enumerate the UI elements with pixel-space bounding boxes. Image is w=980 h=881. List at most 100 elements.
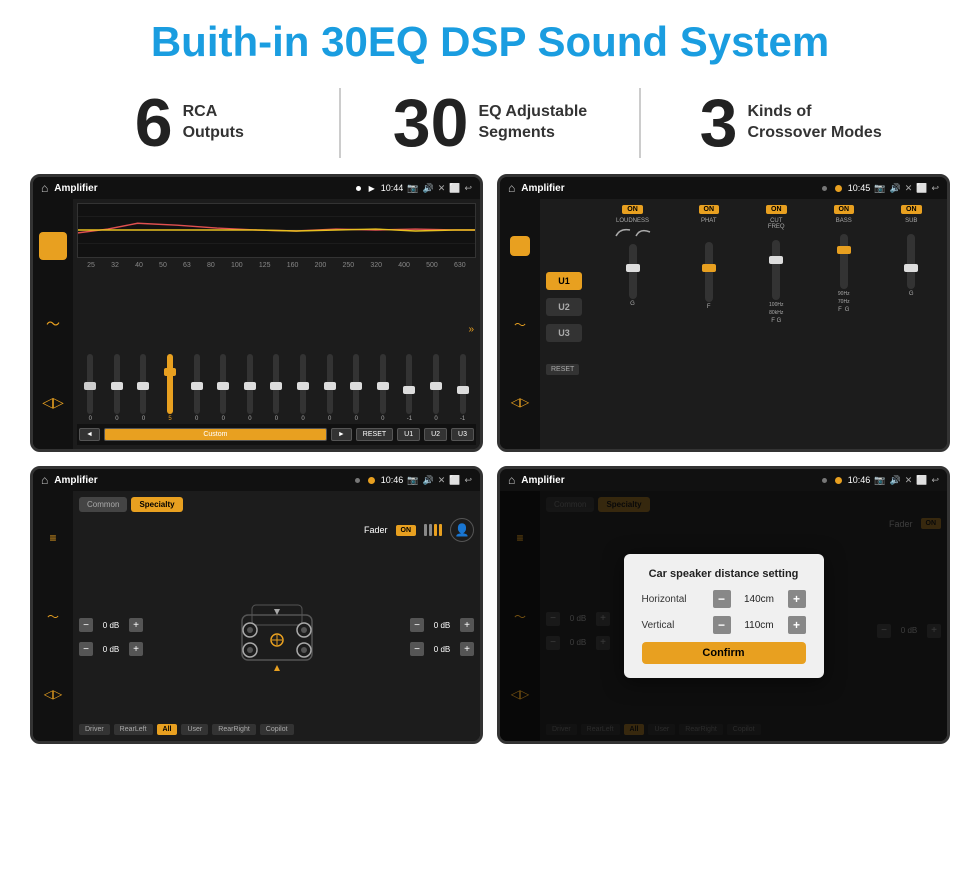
cross-close-icon[interactable]: ✕ bbox=[905, 183, 913, 194]
eq-slider-1[interactable]: 0 bbox=[77, 354, 104, 422]
stat-number-3: 3 bbox=[700, 89, 738, 157]
u2-button[interactable]: U2 bbox=[546, 298, 582, 316]
fader-close-icon[interactable]: ✕ bbox=[438, 475, 446, 486]
loudness-slider[interactable] bbox=[629, 244, 637, 299]
dialog-dot bbox=[822, 478, 827, 483]
eq-slider-10[interactable]: 0 bbox=[316, 354, 343, 422]
eq-status-bar: ⌂ Amplifier ▶ 10:44 📷 🔊 ✕ ⬜ ↩ bbox=[33, 177, 480, 199]
eq-slider-4[interactable]: 5 bbox=[157, 354, 184, 422]
eq-slider-7[interactable]: 0 bbox=[237, 354, 264, 422]
eq-sidebar-icon-2[interactable]: 〜 bbox=[39, 310, 67, 338]
eq-slider-9[interactable]: 0 bbox=[290, 354, 317, 422]
fader-status-bar: ⌂ Amplifier 10:46 📷 🔊 ✕ ⬜ ↩ bbox=[33, 469, 480, 491]
eq-slider-14[interactable]: 0 bbox=[423, 354, 450, 422]
sub-g-label: G bbox=[909, 291, 914, 297]
eq-close-icon[interactable]: ✕ bbox=[438, 183, 446, 194]
cutfreq-fg-label: F G bbox=[771, 318, 781, 324]
dialog-vertical-plus[interactable]: + bbox=[788, 616, 806, 634]
dialog-content: ≡ 〜 ◁▷ Common Specialty Fader ON −0 dB+ … bbox=[500, 491, 947, 741]
eq-prev-btn[interactable]: ◄ bbox=[79, 428, 100, 441]
eq-back-icon[interactable]: ↩ bbox=[464, 183, 472, 194]
eq-reset-btn[interactable]: RESET bbox=[356, 428, 393, 441]
phat-f-label: F bbox=[707, 304, 711, 310]
phat-on-badge: ON bbox=[699, 205, 720, 214]
cross-loudness-col: ON LOUDNESS G bbox=[614, 205, 652, 324]
dialog-horizontal-minus[interactable]: − bbox=[713, 590, 731, 608]
fader-sidebar-icon-2[interactable]: 〜 bbox=[43, 606, 63, 626]
dialog-vertical-minus[interactable]: − bbox=[713, 616, 731, 634]
vol-plus-3[interactable]: + bbox=[460, 618, 474, 632]
eq-slider-15[interactable]: -1 bbox=[449, 354, 476, 422]
pos-rearleft-btn[interactable]: RearLeft bbox=[114, 724, 153, 735]
cross-sub-col: ON SUB G bbox=[901, 205, 922, 324]
eq-sidebar-icon-3[interactable]: ◁▷ bbox=[39, 388, 67, 416]
dialog-horizontal-plus[interactable]: + bbox=[788, 590, 806, 608]
eq-slider-2[interactable]: 0 bbox=[104, 354, 131, 422]
vol-plus-2[interactable]: + bbox=[129, 642, 143, 656]
cross-sidebar-icon-2[interactable]: 〜 bbox=[510, 314, 530, 334]
eq-u3-btn[interactable]: U3 bbox=[451, 428, 474, 441]
eq-u2-btn[interactable]: U2 bbox=[424, 428, 447, 441]
stat-number-30: 30 bbox=[393, 89, 469, 157]
speaker-distance-dialog: Car speaker distance setting Horizontal … bbox=[624, 554, 824, 678]
cross-sidebar-icon-1[interactable]: ≡ bbox=[510, 236, 530, 256]
fader-orange-dot bbox=[368, 477, 375, 484]
cross-back-icon[interactable]: ↩ bbox=[931, 183, 939, 194]
eq-slider-12[interactable]: 0 bbox=[370, 354, 397, 422]
dialog-home-icon[interactable]: ⌂ bbox=[508, 473, 515, 487]
bass-slider1[interactable] bbox=[840, 234, 848, 289]
dialog-back-icon[interactable]: ↩ bbox=[931, 475, 939, 486]
stat-text-crossover: Kinds ofCrossover Modes bbox=[747, 102, 881, 144]
pos-user-btn[interactable]: User bbox=[181, 724, 208, 735]
eq-slider-13[interactable]: -1 bbox=[396, 354, 423, 422]
u3-button[interactable]: U3 bbox=[546, 324, 582, 342]
cross-home-icon[interactable]: ⌂ bbox=[508, 181, 515, 195]
fader-tab-specialty[interactable]: Specialty bbox=[131, 497, 182, 512]
dialog-close-icon[interactable]: ✕ bbox=[905, 475, 913, 486]
vol-control-3: − 0 dB + bbox=[410, 618, 474, 632]
cutfreq-on-badge: ON bbox=[766, 205, 787, 214]
pos-copilot-btn[interactable]: Copilot bbox=[260, 724, 294, 735]
fader-back-icon[interactable]: ↩ bbox=[464, 475, 472, 486]
eq-slider-11[interactable]: 0 bbox=[343, 354, 370, 422]
eq-vol-icon: 🔊 bbox=[422, 183, 433, 194]
fader-tab-common[interactable]: Common bbox=[79, 497, 127, 512]
u1-button[interactable]: U1 bbox=[546, 272, 582, 290]
fader-home-icon[interactable]: ⌂ bbox=[41, 473, 48, 487]
eq-more-icon[interactable]: » bbox=[468, 324, 474, 335]
eq-home-icon[interactable]: ⌂ bbox=[41, 181, 48, 195]
eq-u1-btn[interactable]: U1 bbox=[397, 428, 420, 441]
loudness-curves bbox=[614, 226, 652, 240]
vol-minus-1[interactable]: − bbox=[79, 618, 93, 632]
vol-plus-1[interactable]: + bbox=[129, 618, 143, 632]
fader-sidebar-icon-1[interactable]: ≡ bbox=[43, 528, 63, 548]
cutfreq-slider[interactable] bbox=[772, 240, 780, 300]
pos-rearright-btn[interactable]: RearRight bbox=[212, 724, 256, 735]
sub-slider[interactable] bbox=[907, 234, 915, 289]
eq-slider-8[interactable]: 0 bbox=[263, 354, 290, 422]
dialog-vertical-value: 110cm bbox=[737, 620, 782, 631]
eq-slider-6[interactable]: 0 bbox=[210, 354, 237, 422]
eq-next-btn[interactable]: ► bbox=[331, 428, 352, 441]
fader-sidebar-icon-3[interactable]: ◁▷ bbox=[43, 684, 63, 704]
pos-driver-btn[interactable]: Driver bbox=[79, 724, 110, 735]
cross-reset-btn[interactable]: RESET bbox=[546, 358, 582, 376]
vol-minus-2[interactable]: − bbox=[79, 642, 93, 656]
eq-status-title: Amplifier bbox=[54, 183, 349, 194]
fader-left-vols: − 0 dB + − 0 dB + bbox=[79, 618, 143, 656]
dialog-confirm-button[interactable]: Confirm bbox=[642, 642, 806, 664]
vol-minus-4[interactable]: − bbox=[410, 642, 424, 656]
fader-position-btns: Driver RearLeft All User RearRight Copil… bbox=[79, 724, 474, 735]
phat-slider[interactable] bbox=[705, 242, 713, 302]
eq-play-icon: ▶ bbox=[369, 184, 375, 193]
eq-slider-5[interactable]: 0 bbox=[183, 354, 210, 422]
fader-time: 10:46 bbox=[381, 475, 404, 485]
dialog-horizontal-value: 140cm bbox=[737, 594, 782, 605]
vol-control-4: − 0 dB + bbox=[410, 642, 474, 656]
vol-minus-3[interactable]: − bbox=[410, 618, 424, 632]
eq-slider-3[interactable]: 0 bbox=[130, 354, 157, 422]
vol-plus-4[interactable]: + bbox=[460, 642, 474, 656]
pos-all-btn[interactable]: All bbox=[157, 724, 178, 735]
cross-sidebar-icon-3[interactable]: ◁▷ bbox=[510, 392, 530, 412]
eq-sidebar-icon-1[interactable]: ≡ bbox=[39, 232, 67, 260]
